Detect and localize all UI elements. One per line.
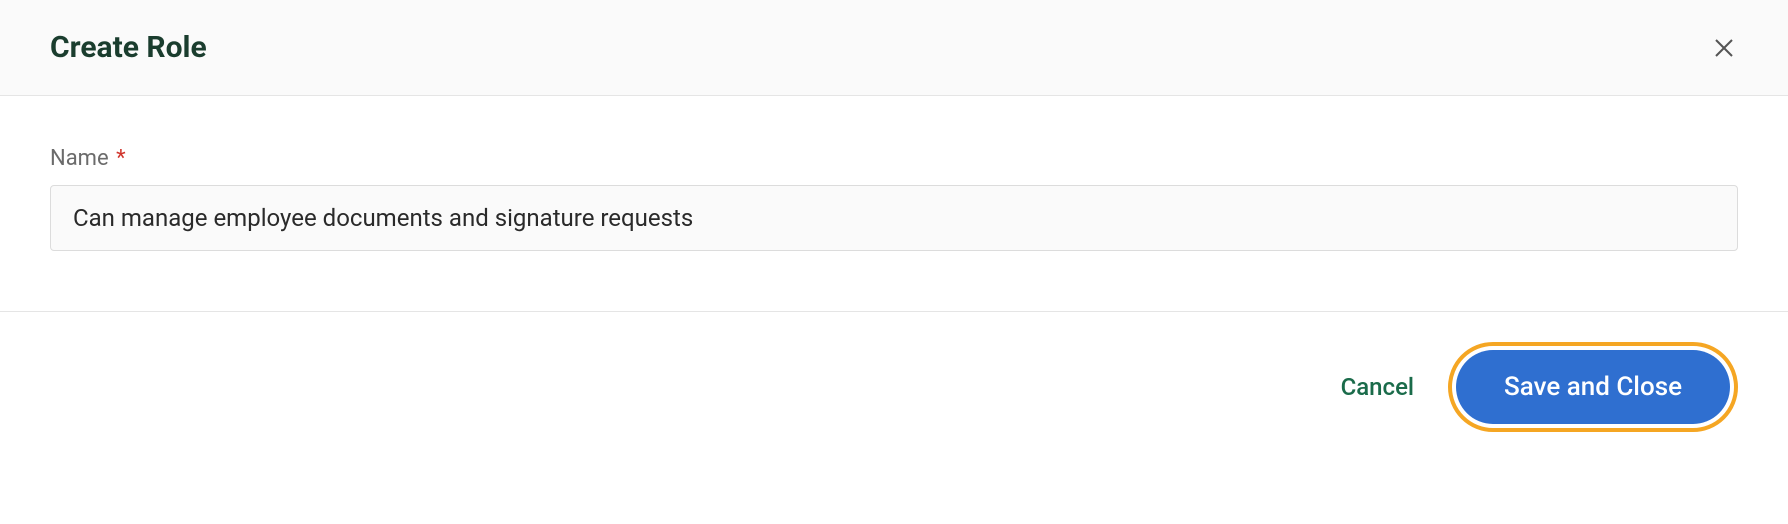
modal-body: Name *: [0, 96, 1788, 311]
modal-header: Create Role: [0, 0, 1788, 96]
save-and-close-button[interactable]: Save and Close: [1456, 350, 1730, 424]
name-field-label: Name *: [50, 146, 1738, 171]
required-asterisk: *: [116, 146, 125, 171]
name-label-text: Name: [50, 146, 109, 171]
cancel-button[interactable]: Cancel: [1331, 361, 1424, 413]
close-icon[interactable]: [1710, 34, 1738, 62]
modal-footer: Cancel Save and Close: [0, 311, 1788, 462]
modal-title: Create Role: [50, 30, 207, 65]
save-button-highlight: Save and Close: [1448, 342, 1738, 432]
name-input[interactable]: [50, 185, 1738, 251]
